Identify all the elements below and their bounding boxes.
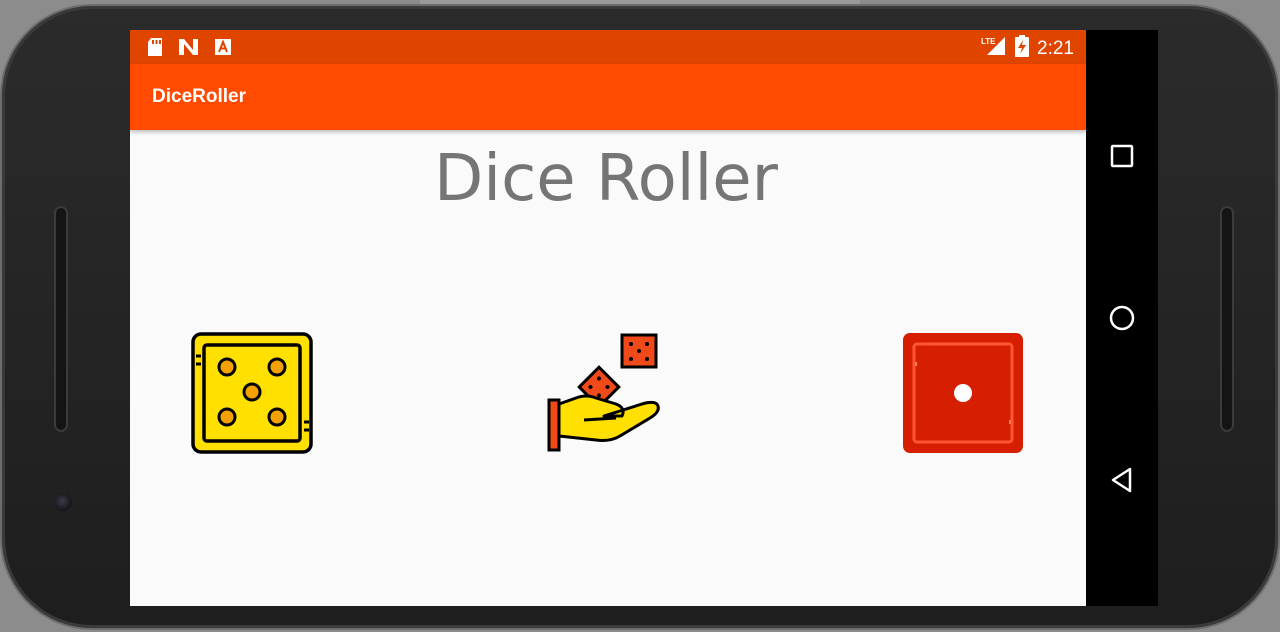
lte-signal-icon: LTE <box>981 35 1007 62</box>
status-bar: LTE 2:21 <box>130 30 1086 64</box>
dice-five-icon <box>191 332 313 454</box>
device-frame: LTE 2:21 DiceRoller Dice Roller <box>0 0 1280 632</box>
roll-dice-button[interactable] <box>546 332 670 454</box>
front-camera <box>54 493 72 511</box>
dice-one-icon <box>903 333 1023 453</box>
app-toolbar: DiceRoller <box>130 64 1086 130</box>
home-button[interactable] <box>1104 300 1140 336</box>
right-speaker-grille <box>1220 206 1234 432</box>
svg-text:LTE: LTE <box>981 37 996 46</box>
navigation-bar <box>1086 30 1158 606</box>
status-time: 2:21 <box>1037 37 1074 59</box>
hand-throwing-dice-icon <box>547 333 660 452</box>
recents-button[interactable] <box>1104 138 1140 174</box>
left-speaker-grille <box>54 206 68 432</box>
back-button[interactable] <box>1104 462 1140 498</box>
battery-charging-icon <box>1015 35 1030 62</box>
a-notification-icon <box>214 38 232 61</box>
home-icon <box>1109 305 1135 331</box>
right-die-button[interactable] <box>902 332 1024 454</box>
status-system: LTE 2:21 <box>981 35 1074 62</box>
sd-card-icon <box>146 37 164 62</box>
page-heading: Dice Roller <box>434 142 778 216</box>
n-notification-icon <box>178 38 200 61</box>
app-title: DiceRoller <box>152 86 246 107</box>
app-screen: LTE 2:21 DiceRoller Dice Roller <box>130 30 1086 606</box>
left-die-button[interactable] <box>191 332 313 454</box>
recents-icon <box>1110 144 1134 168</box>
back-icon <box>1111 467 1132 493</box>
status-notifications <box>146 37 232 62</box>
